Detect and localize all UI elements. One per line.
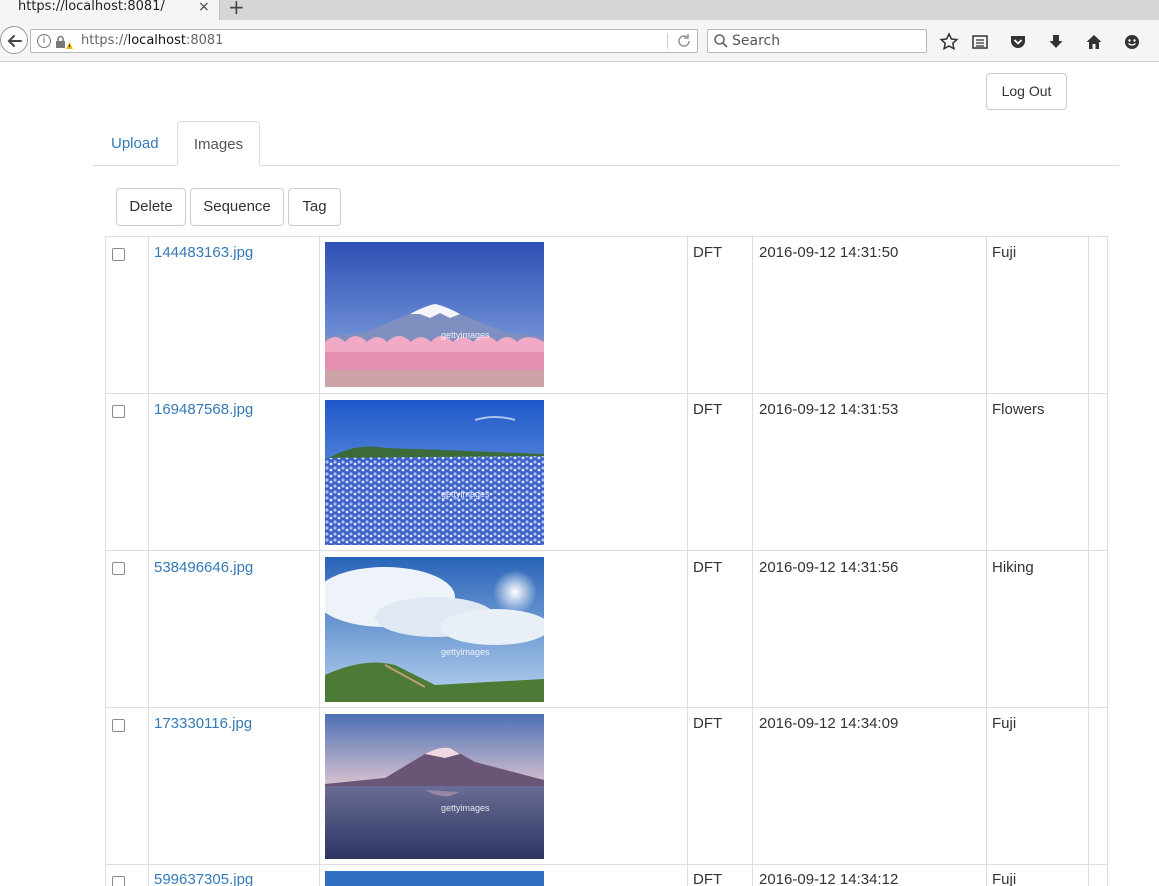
tab-upload[interactable]: Upload (96, 121, 174, 166)
sequence-button[interactable]: Sequence (190, 188, 284, 226)
url-text[interactable]: https://localhost:8081 (81, 33, 223, 49)
row-select-checkbox[interactable] (112, 719, 125, 732)
tag-cell: Fuji (992, 244, 1017, 261)
back-arrow-icon[interactable] (0, 26, 28, 54)
reload-icon[interactable] (676, 33, 692, 49)
pocket-icon[interactable] (1008, 32, 1028, 52)
table-row: 169487568.jpg gettyimages DFT 2016-09-12… (105, 394, 1108, 551)
status-cell: DFT (693, 559, 723, 576)
watermark-text: gettyimages (441, 489, 490, 499)
browser-tab-strip: https://localhost:8081/ × + (0, 0, 1159, 20)
status-cell: DFT (693, 401, 723, 418)
table-row: 144483163.jpg gettyimages DFT 2016-09-12… (105, 237, 1108, 394)
downloads-icon[interactable] (1046, 32, 1066, 52)
browser-tab-title: https://localhost:8081/ (18, 0, 165, 14)
image-thumbnail[interactable] (325, 871, 544, 886)
url-host: localhost (127, 33, 186, 48)
status-cell: DFT (693, 715, 723, 732)
watermark-text: gettyimages (441, 647, 490, 657)
filename-link[interactable]: 169487568.jpg (154, 400, 253, 420)
bookmarks-menu-icon[interactable] (970, 32, 990, 52)
search-icon (714, 34, 728, 48)
filename-link[interactable]: 144483163.jpg (154, 243, 253, 263)
watermark-text: gettyimages (441, 803, 490, 813)
tag-cell: Flowers (992, 401, 1045, 418)
table-row: 538496646.jpg gettyimages DFT 2016-09-12… (105, 551, 1108, 708)
close-tab-icon[interactable]: × (198, 0, 210, 14)
logout-button[interactable]: Log Out (986, 73, 1067, 110)
image-thumbnail[interactable]: gettyimages (325, 400, 544, 545)
tag-button[interactable]: Tag (288, 188, 341, 226)
date-cell: 2016-09-12 14:31:53 (759, 401, 899, 418)
date-cell: 2016-09-12 14:31:56 (759, 559, 899, 576)
filename-link[interactable]: 599637305.jpg (154, 870, 253, 886)
bookmark-star-icon[interactable] (939, 32, 959, 52)
url-divider (667, 33, 668, 49)
filename-link[interactable]: 538496646.jpg (154, 558, 253, 578)
row-select-checkbox[interactable] (112, 248, 125, 261)
new-tab-icon[interactable]: + (228, 0, 245, 17)
tab-images[interactable]: Images (177, 121, 260, 166)
date-cell: 2016-09-12 14:34:09 (759, 715, 899, 732)
hello-chat-icon[interactable] (1122, 32, 1142, 52)
table-row: 173330116.jpg gettyimages DFT 2016-09-12… (105, 708, 1108, 865)
url-bar[interactable]: i https://localhost:8081 (30, 29, 698, 53)
image-thumbnail[interactable]: gettyimages (325, 714, 544, 859)
url-scheme: https:// (81, 33, 128, 48)
url-port: :8081 (185, 33, 224, 48)
browser-toolbar: i https://localhost:8081 Search (0, 20, 1159, 62)
date-cell: 2016-09-12 14:34:12 (759, 871, 899, 886)
search-placeholder: Search (732, 33, 781, 49)
filename-link[interactable]: 173330116.jpg (154, 714, 252, 734)
tag-cell: Fuji (992, 871, 1017, 886)
home-icon[interactable] (1084, 32, 1104, 52)
row-select-checkbox[interactable] (112, 405, 125, 418)
row-select-checkbox[interactable] (112, 876, 125, 886)
tag-cell: Hiking (992, 559, 1034, 576)
image-thumbnail[interactable]: gettyimages (325, 242, 544, 387)
browser-tab[interactable]: https://localhost:8081/ × (0, 0, 220, 20)
table-row: 599637305.jpg DFT 2016-09-12 14:34:12 Fu… (105, 865, 1108, 886)
watermark-text: gettyimages (441, 330, 490, 340)
info-icon[interactable]: i (37, 34, 51, 48)
status-cell: DFT (693, 244, 723, 261)
date-cell: 2016-09-12 14:31:50 (759, 244, 899, 261)
delete-button[interactable]: Delete (116, 188, 186, 226)
tag-cell: Fuji (992, 715, 1017, 732)
search-bar[interactable]: Search (707, 29, 927, 53)
row-select-checkbox[interactable] (112, 562, 125, 575)
insecure-lock-icon[interactable] (55, 34, 73, 50)
image-thumbnail[interactable]: gettyimages (325, 557, 544, 702)
status-cell: DFT (693, 871, 723, 886)
